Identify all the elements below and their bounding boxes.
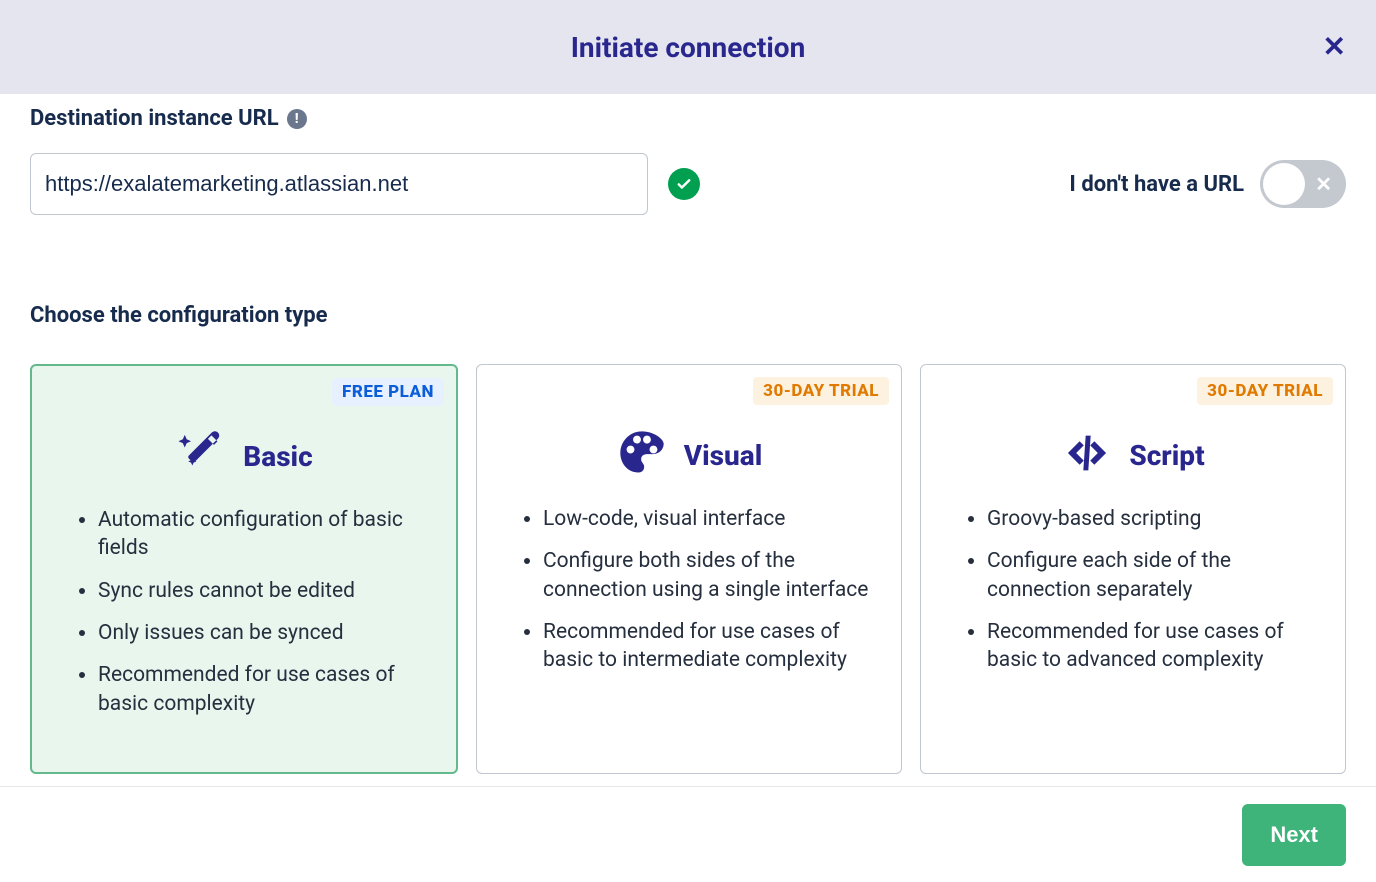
card-title-script: Script: [1129, 439, 1204, 472]
toggle-knob: [1263, 163, 1305, 205]
list-item: Configure each side of the connection se…: [987, 547, 1321, 604]
card-head-basic: Basic: [56, 428, 432, 484]
wand-icon: [175, 428, 227, 484]
card-bullets-visual: Low-code, visual interface Configure bot…: [501, 505, 877, 675]
palette-icon: [616, 427, 668, 483]
list-item: Recommended for use cases of basic to in…: [543, 618, 877, 675]
close-icon: ✕: [1323, 30, 1346, 63]
list-item: Configure both sides of the connection u…: [543, 547, 877, 604]
info-icon[interactable]: !: [287, 109, 307, 129]
destination-url-label: Destination instance URL !: [30, 106, 1346, 131]
close-button[interactable]: ✕: [1323, 33, 1346, 61]
url-row: I don't have a URL ✕: [30, 153, 1346, 215]
card-head-visual: Visual: [501, 427, 877, 483]
modal-header: Initiate connection ✕: [0, 0, 1376, 94]
no-url-label: I don't have a URL: [1069, 172, 1244, 197]
code-icon: [1061, 427, 1113, 483]
url-left: [30, 153, 1049, 215]
config-type-label: Choose the configuration type: [30, 303, 1346, 328]
check-icon: [668, 168, 700, 200]
config-card-visual[interactable]: 30-DAY TRIAL Visual Low-code, visual int…: [476, 364, 902, 774]
card-title-visual: Visual: [684, 439, 763, 472]
card-bullets-script: Groovy-based scripting Configure each si…: [945, 505, 1321, 675]
badge-free-plan: FREE PLAN: [332, 378, 444, 406]
config-card-basic[interactable]: FREE PLAN Basic Automatic configuration …: [30, 364, 458, 774]
list-item: Low-code, visual interface: [543, 505, 877, 533]
destination-url-label-text: Destination instance URL: [30, 106, 279, 131]
config-cards-row: FREE PLAN Basic Automatic configuration …: [30, 364, 1346, 774]
card-title-basic: Basic: [243, 440, 312, 473]
no-url-toggle[interactable]: ✕: [1260, 160, 1346, 208]
list-item: Recommended for use cases of basic compl…: [98, 661, 432, 718]
destination-url-input[interactable]: [30, 153, 648, 215]
badge-trial-script: 30-DAY TRIAL: [1197, 377, 1333, 405]
list-item: Only issues can be synced: [98, 619, 432, 647]
list-item: Sync rules cannot be edited: [98, 577, 432, 605]
no-url-wrap: I don't have a URL ✕: [1069, 160, 1346, 208]
modal-body: Destination instance URL ! I don't have …: [0, 94, 1376, 774]
next-button[interactable]: Next: [1242, 804, 1346, 866]
config-card-script[interactable]: 30-DAY TRIAL Script Groovy-based scripti…: [920, 364, 1346, 774]
footer-bar: Next: [0, 786, 1376, 882]
list-item: Groovy-based scripting: [987, 505, 1321, 533]
card-bullets-basic: Automatic configuration of basic fields …: [56, 506, 432, 718]
list-item: Recommended for use cases of basic to ad…: [987, 618, 1321, 675]
card-head-script: Script: [945, 427, 1321, 483]
badge-trial-visual: 30-DAY TRIAL: [753, 377, 889, 405]
list-item: Automatic configuration of basic fields: [98, 506, 432, 563]
toggle-x-icon: ✕: [1315, 174, 1332, 194]
modal-title: Initiate connection: [571, 31, 806, 64]
